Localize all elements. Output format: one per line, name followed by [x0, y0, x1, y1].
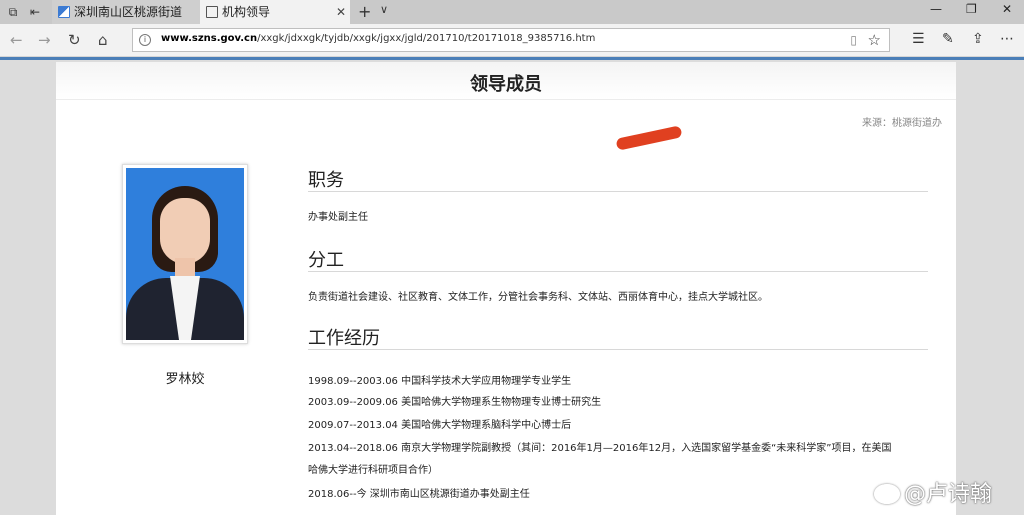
- watermark-prefix: @: [904, 482, 926, 507]
- web-note-icon[interactable]: ✎: [942, 31, 954, 47]
- tab-label: 深圳南山区桃源街道办事处: [74, 5, 182, 19]
- tab-jigou-lingdao[interactable]: 机构领导 ✕: [200, 0, 350, 24]
- division-text: 负责街道社会建设、社区教育、文体工作，分管社会事务科、文体站、西丽体育中心，挂点…: [308, 292, 768, 303]
- section-divider: [308, 191, 928, 192]
- url-path: /xxgk/jdxxgk/tyjdb/xxgk/jgxx/jgld/201710…: [257, 33, 596, 44]
- url-domain: www.szns.gov.cn: [161, 33, 258, 44]
- page-header: 领导成员: [56, 62, 956, 100]
- page-content: 领导成员 来源：桃源街道办 罗林姣 职务 办事处副主任 分工 负责街道社会建设、…: [56, 62, 956, 515]
- red-redaction-mark: [615, 125, 683, 151]
- tab-label: 机构领导: [222, 5, 271, 19]
- page-icon: [206, 6, 218, 18]
- portrait-photo: [122, 164, 248, 344]
- tab-jiedao[interactable]: 深圳南山区桃源街道办事处: [52, 0, 200, 24]
- section-title-division: 分工: [308, 250, 344, 271]
- person-name: 罗林姣: [165, 372, 205, 387]
- page-top-accent: [0, 57, 1024, 60]
- experience-item: 2003.09--2009.06 美国哈佛大学物理系生物物理专业博士研究生: [308, 397, 602, 408]
- section-title-duty: 职务: [308, 170, 344, 191]
- watermark-text: @卢诗翰: [904, 476, 992, 508]
- section-title-experience: 工作经历: [308, 328, 380, 349]
- section-divider: [308, 349, 928, 350]
- site-info-icon[interactable]: i: [139, 34, 151, 46]
- url-text[interactable]: www.szns.gov.cn/xxgk/jdxxgk/tyjdb/xxgk/j…: [161, 33, 595, 44]
- duty-text: 办事处副主任: [308, 212, 368, 223]
- tab-bar: ⧉ ⇤ 深圳南山区桃源街道办事处 机构领导 ✕ + ∨ — ❐ ✕: [0, 0, 1024, 24]
- tab-preview-icon[interactable]: ⧉: [4, 3, 22, 21]
- refresh-icon[interactable]: ↻: [68, 31, 81, 49]
- weibo-logo-icon: [874, 484, 900, 504]
- minimize-icon[interactable]: —: [930, 2, 942, 16]
- new-tab-button[interactable]: +: [358, 2, 371, 21]
- experience-item: 2018.06--今 深圳市南山区桃源街道办事处副主任: [308, 489, 530, 500]
- experience-item: 2009.07--2013.04 美国哈佛大学物理系脑科学中心博士后: [308, 420, 572, 431]
- favorites-hub-icon[interactable]: ☰: [912, 31, 925, 47]
- address-bar[interactable]: i www.szns.gov.cn/xxgk/jdxxgk/tyjdb/xxgk…: [132, 28, 890, 52]
- navigation-bar: ← → ↻ ⌂ i www.szns.gov.cn/xxgk/jdxxgk/ty…: [0, 24, 1024, 57]
- home-icon[interactable]: ⌂: [98, 31, 108, 49]
- close-tab-icon[interactable]: ✕: [336, 0, 346, 24]
- page-title: 领导成员: [470, 74, 542, 95]
- section-divider: [308, 271, 928, 272]
- portrait-face: [160, 198, 210, 264]
- experience-item: 1998.09--2003.06 中国科学技术大学应用物理学专业学生: [308, 376, 572, 387]
- tab-list-icon[interactable]: ∨: [380, 3, 388, 16]
- more-icon[interactable]: ⋯: [1000, 31, 1014, 47]
- back-icon[interactable]: ←: [10, 31, 23, 49]
- site-favicon-icon: [58, 6, 70, 18]
- source-label: 来源：桃源街道办: [862, 118, 942, 129]
- share-icon[interactable]: ⇪: [972, 31, 984, 47]
- portrait-image: [126, 168, 244, 340]
- forward-icon[interactable]: →: [38, 31, 51, 49]
- experience-item: 2013.04--2018.06 南京大学物理学院副教授（其间：2016年1月—…: [308, 443, 892, 454]
- close-window-icon[interactable]: ✕: [1002, 2, 1012, 16]
- set-aside-tabs-icon[interactable]: ⇤: [26, 3, 44, 21]
- watermark-name: 卢诗翰: [926, 482, 993, 507]
- restore-icon[interactable]: ❐: [966, 2, 977, 16]
- experience-item-continued: 哈佛大学进行科研项目合作）: [308, 465, 438, 476]
- reading-view-icon[interactable]: ▯: [850, 33, 857, 47]
- favorite-star-icon[interactable]: ☆: [868, 31, 881, 49]
